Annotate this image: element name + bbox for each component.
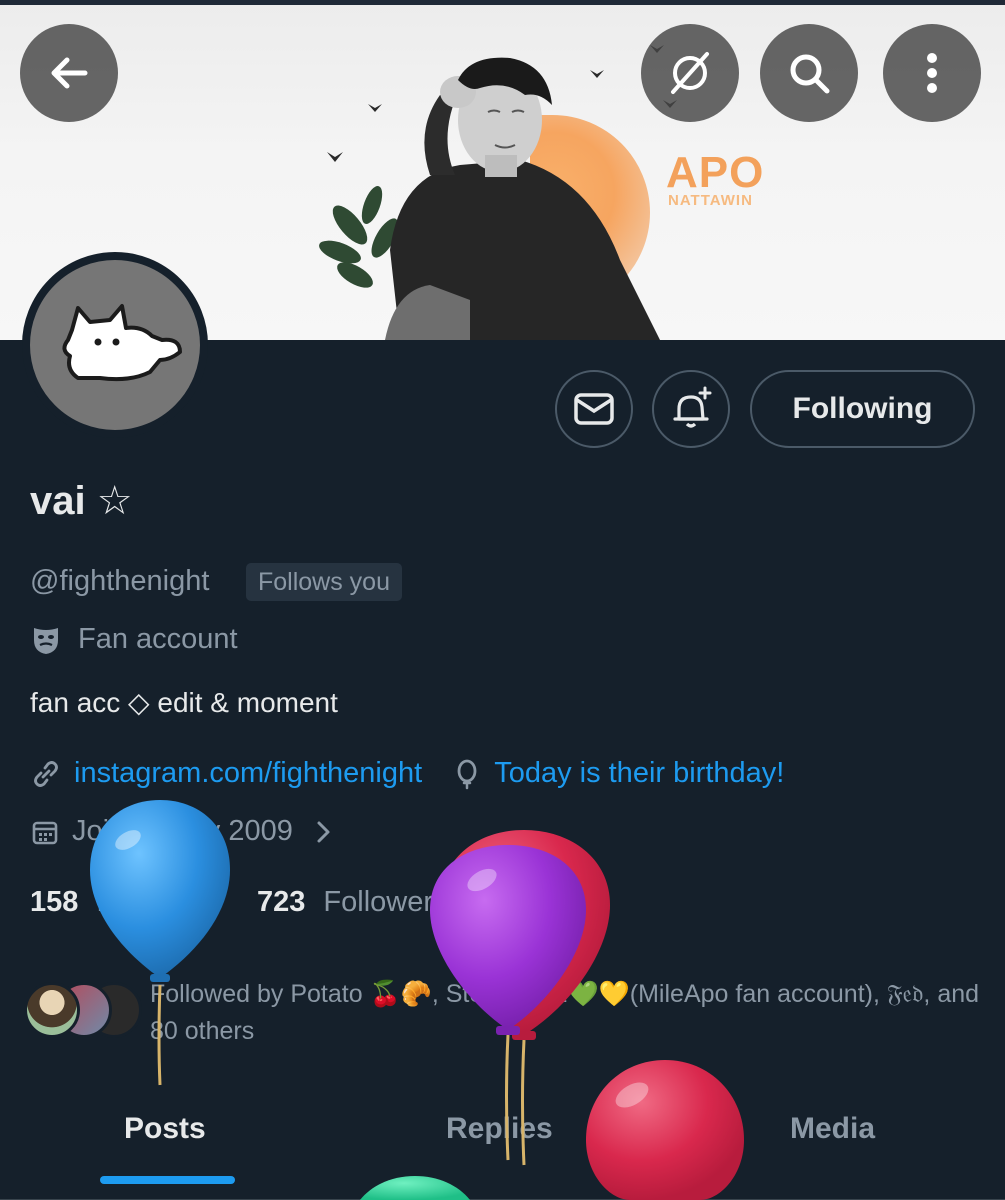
avatar[interactable] [22,252,208,438]
profile-link[interactable]: instagram.com/fighthenight [74,757,422,790]
following-stat[interactable]: 158 Following [30,886,219,919]
joined-label: Joined May 2009 [72,815,293,847]
professional-category: Fan account [30,623,238,656]
theater-mask-icon [34,627,58,654]
chevron-right-icon[interactable] [311,818,335,846]
avatar [24,982,80,1038]
bell-plus-icon [673,386,712,428]
follower-avatars [24,976,142,1038]
profile-bio: fan acc ◇ edit & moment [30,687,338,718]
followers-stat[interactable]: 723 Followers [257,886,448,919]
birthday-text[interactable]: Today is their birthday! [494,757,784,790]
category-label: Fan account [78,623,238,655]
followers-label: Followers [323,886,448,918]
more-button[interactable] [883,24,981,122]
tab-posts[interactable]: Posts [124,1112,206,1146]
grok-button[interactable] [641,24,739,122]
link-icon [34,760,58,787]
followed-by[interactable]: Followed by Potato 🍒🥐, Steffy Catz💚💛(Mil… [24,976,984,1050]
joined-date: Joined May 2009 [30,815,335,848]
follows-you-badge: Follows you [246,563,402,601]
tab-replies[interactable]: Replies [446,1112,553,1146]
cat-avatar-illustration [62,304,182,382]
tab-indicator [100,1176,235,1184]
follow-stats: 158 Following 723 Followers [30,886,448,919]
search-icon [790,54,830,94]
banner-subtitle: NATTAWIN [668,192,753,209]
more-vertical-icon [927,53,937,93]
following-label: Following [96,886,219,918]
grok-icon [671,52,709,94]
search-button[interactable] [760,24,858,122]
profile-meta: instagram.com/fighthenight Today is thei… [30,757,784,790]
message-button[interactable] [555,370,633,448]
banner-title: APO [666,148,765,197]
followed-by-text: Followed by Potato 🍒🥐, Steffy Catz💚💛(Mil… [150,980,980,1045]
notify-button[interactable] [652,370,730,448]
profile-name: vai ☆ [30,479,133,523]
following-count: 158 [30,886,79,918]
back-button[interactable] [20,24,118,122]
arrow-left-icon [51,57,88,89]
followers-count: 723 [256,886,306,918]
calendar-icon [32,821,58,844]
balloon-icon [457,759,477,789]
profile-handle: @fighthenight [30,565,210,597]
envelope-icon [574,393,614,425]
tab-media[interactable]: Media [790,1112,875,1146]
following-button[interactable]: Following [750,370,975,448]
profile-tabs: Posts Replies Media [0,1090,1005,1200]
